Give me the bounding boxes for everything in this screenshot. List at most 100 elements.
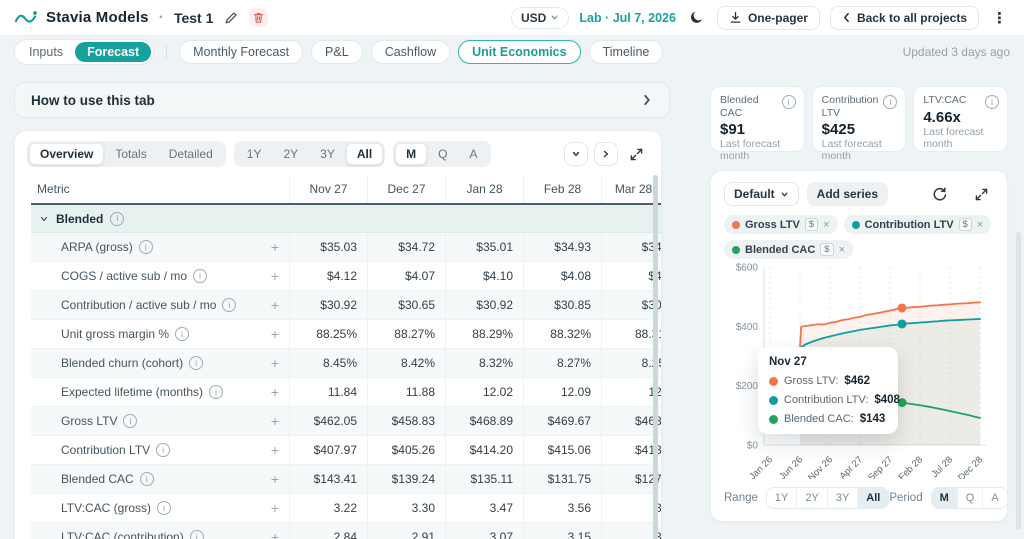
table-period-q[interactable]: Q	[427, 143, 458, 165]
add-to-chart-button[interactable]: +	[271, 472, 279, 486]
table-range-1y[interactable]: 1Y	[236, 143, 273, 165]
chart-period-switcher: MQA	[930, 487, 1007, 509]
table-row-ltv-cac-contribution[interactable]: LTV:CAC (contribution) i +2.84 2.91 3.07 3.15…	[31, 523, 661, 539]
remove-series-button[interactable]: ×	[839, 244, 845, 256]
info-icon[interactable]: i	[175, 327, 190, 341]
info-icon[interactable]: i	[138, 240, 153, 254]
table-row-contribution-ltv[interactable]: Contribution LTV i + $407.97 $405.26 $414.20 $…	[31, 436, 661, 465]
expand-chart-button[interactable]	[969, 187, 994, 202]
metric-value-cell: 8.27%	[523, 349, 601, 377]
tab-cashflow[interactable]: Cashflow	[370, 40, 451, 64]
add-series-button[interactable]: Add series	[806, 182, 889, 206]
series-chip-contribution-ltv[interactable]: Contribution LTV $ ×	[843, 215, 992, 234]
table-period-a[interactable]: A	[459, 143, 489, 165]
series-color-dot	[732, 245, 740, 254]
chart-range-3y[interactable]: 3Y	[826, 488, 858, 508]
remove-series-button[interactable]: ×	[823, 219, 829, 231]
chart-area[interactable]: Jan 26 Jun 26 Nov 26 Apr 27 Sep 27 Feb 28 Jul …	[724, 263, 994, 479]
tab-monthly-forecast[interactable]: Monthly Forecast	[179, 40, 304, 64]
remove-series-button[interactable]: ×	[977, 219, 983, 231]
table-row-ltv-cac-gross[interactable]: LTV:CAC (gross)i+3.223.303.473.563.	[31, 494, 661, 523]
view-overview[interactable]: Overview	[29, 143, 105, 165]
metric-value-cell: 88.29%	[445, 320, 523, 348]
chart-period-q[interactable]: Q	[956, 488, 983, 508]
add-to-chart-button[interactable]: +	[271, 327, 279, 341]
add-to-chart-button[interactable]: +	[271, 269, 279, 283]
add-to-chart-button[interactable]: +	[271, 530, 279, 539]
view-detailed[interactable]: Detailed	[158, 143, 224, 165]
more-menu-button[interactable]: ⋮	[989, 6, 1010, 30]
metric-value-cell: 2.91	[367, 523, 445, 539]
column-header-metric: Metric	[37, 182, 70, 196]
table-scrollbar[interactable]	[653, 175, 658, 539]
rename-project-button[interactable]	[221, 8, 241, 28]
range-label: Range	[724, 492, 758, 504]
table-row-arpa-gross[interactable]: ARPA (gross) i + $35.03 $34.72 $35.01 $34.93 $3…	[31, 233, 661, 262]
scroll-columns-right-button[interactable]	[594, 142, 618, 166]
info-icon[interactable]: i	[209, 385, 224, 399]
table-row-expected-lifetime-months[interactable]: Expected lifetime (months) i +11.84 11.88 12…	[31, 378, 661, 407]
chart-period-a[interactable]: A	[982, 488, 1007, 508]
howto-banner[interactable]: How to use this tab	[14, 82, 670, 118]
chart-range-all[interactable]: All	[857, 488, 889, 508]
info-icon[interactable]: i	[189, 356, 204, 370]
tooltip-series-value: $408	[874, 394, 900, 406]
tab-forecast[interactable]: Forecast	[75, 42, 152, 62]
chart-range-1y[interactable]: 1Y	[766, 488, 797, 508]
series-chip-blended-cac[interactable]: Blended CAC $ ×	[724, 240, 854, 259]
info-icon[interactable]: i	[222, 298, 237, 312]
add-to-chart-button[interactable]: +	[271, 501, 279, 515]
add-to-chart-button[interactable]: +	[271, 414, 279, 428]
back-to-projects-button[interactable]: Back to all projects	[829, 5, 979, 30]
table-range-3y[interactable]: 3Y	[309, 143, 346, 165]
add-to-chart-button[interactable]: +	[271, 385, 279, 399]
metric-value-cell: 3.56	[523, 494, 601, 522]
add-to-chart-button[interactable]: +	[271, 443, 279, 457]
tab-unit-economics[interactable]: Unit Economics	[458, 40, 581, 64]
info-icon[interactable]: i	[985, 95, 1000, 109]
collapse-all-button[interactable]	[564, 142, 588, 166]
table-period-m[interactable]: M	[395, 143, 428, 165]
info-icon[interactable]: i	[156, 443, 171, 457]
reset-chart-button[interactable]	[926, 186, 953, 203]
chevron-down-icon	[572, 151, 580, 157]
theme-toggle-button[interactable]	[686, 7, 707, 28]
metric-value-cell: 11.88	[367, 378, 445, 406]
one-pager-button[interactable]: One-pager	[716, 5, 820, 30]
table-row-contribution-active-sub-mo[interactable]: Contribution / active sub / mo i + $30.92 $3…	[31, 291, 661, 320]
table-row-unit-gross-margin[interactable]: Unit gross margin % i +88.25% 88.27% 88.29% 8…	[31, 320, 661, 349]
metric-value-cell: $139.24	[367, 465, 445, 493]
chart-range-2y[interactable]: 2Y	[796, 488, 827, 508]
table-range-2y[interactable]: 2Y	[272, 143, 309, 165]
tab-timeline[interactable]: Timeline	[588, 40, 664, 64]
view-totals[interactable]: Totals	[104, 143, 157, 165]
info-icon[interactable]: i	[189, 530, 204, 539]
expand-icon	[630, 148, 643, 160]
page-scrollbar[interactable]	[1016, 232, 1021, 530]
expand-table-button[interactable]	[624, 147, 649, 162]
add-to-chart-button[interactable]: +	[271, 298, 279, 312]
currency-select[interactable]: USD	[511, 6, 570, 29]
info-icon[interactable]: i	[110, 211, 125, 226]
series-chip-gross-ltv[interactable]: Gross LTV $ ×	[724, 215, 838, 234]
table-range-all[interactable]: All	[345, 143, 384, 165]
group-row-blended[interactable]: Blended i	[31, 205, 661, 233]
delete-project-button[interactable]	[249, 8, 269, 27]
table-row-cogs-active-sub-mo[interactable]: COGS / active sub / mo i + $4.12 $4.07 $4.10 $…	[31, 262, 661, 291]
table-row-blended-churn-cohort[interactable]: Blended churn (cohort) i +8.45% 8.42% 8.32% 8…	[31, 349, 661, 378]
table-row-blended-cac[interactable]: Blended CAC i + $143.41 $139.24 $135.11 $131.7…	[31, 465, 661, 494]
tab-p-l[interactable]: P&L	[311, 40, 363, 64]
kpi-value: 4.66x	[923, 108, 961, 126]
add-to-chart-button[interactable]: +	[271, 356, 279, 370]
chart-period-m[interactable]: M	[931, 488, 957, 508]
info-icon[interactable]: i	[123, 414, 138, 428]
info-icon[interactable]: i	[781, 95, 796, 109]
info-icon[interactable]: i	[139, 472, 154, 486]
table-row-gross-ltv[interactable]: Gross LTV i + $462.05 $458.83 $468.89 $469.67 $…	[31, 407, 661, 436]
plus-cell: +	[261, 443, 289, 458]
add-to-chart-button[interactable]: +	[271, 240, 279, 254]
info-icon[interactable]: i	[157, 501, 172, 515]
info-icon[interactable]: i	[193, 269, 208, 283]
tab-inputs[interactable]: Inputs	[17, 42, 75, 62]
chart-preset-select[interactable]: Default	[724, 182, 799, 206]
